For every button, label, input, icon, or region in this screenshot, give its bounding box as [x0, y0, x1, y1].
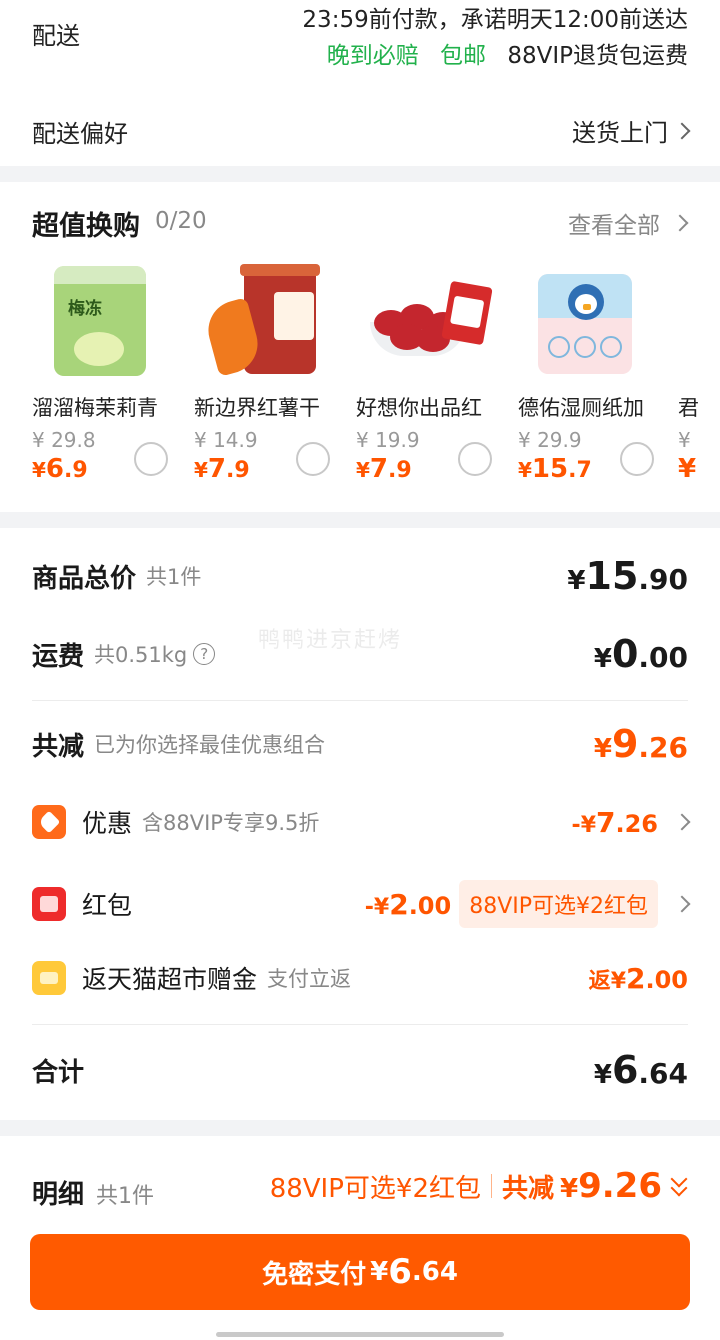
exchange-item[interactable]: 新边界红薯干 ¥ 14.9 ¥7.9	[194, 264, 330, 484]
view-all-label: 查看全部	[568, 213, 660, 239]
product-image-wet-wipes	[518, 266, 654, 378]
product-name: 新边界红薯干	[194, 396, 320, 420]
delivery-section: 配送 23:59前付款，承诺明天12:00前送达 晚到必赔 包邮 88VIP退货…	[0, 0, 720, 166]
original-price: ¥	[678, 428, 691, 452]
chevron-right-icon	[671, 214, 689, 232]
product-label: 梅冻	[68, 299, 102, 319]
promotion-label: 优惠	[82, 809, 133, 838]
gift-icon	[32, 961, 66, 995]
rebate-label: 返天猫超市赠金	[82, 965, 258, 994]
vip-red-packet-tag[interactable]: 88VIP可选¥2红包	[459, 880, 658, 928]
chevron-right-icon	[673, 813, 691, 831]
divider	[32, 1024, 688, 1025]
rebate-row: 返天猫超市赠金 支付立返 返¥2.00	[32, 960, 688, 996]
exchange-list: 梅冻 溜溜梅茉莉青 ¥ 29.8 ¥6.9 新边界红薯干 ¥ 14.9 ¥7.9	[32, 264, 654, 484]
radio-icon[interactable]	[458, 442, 492, 476]
rebate-value: 返¥2.00	[588, 961, 688, 995]
product-name: 溜溜梅茉莉青	[32, 396, 158, 420]
reduction-label: 共减	[502, 1173, 555, 1204]
exchange-section: 超值换购 0/20 查看全部 梅冻 溜溜梅茉莉青 ¥ 29.8 ¥6.9 新边界…	[0, 182, 720, 512]
coupon-tag-icon	[32, 805, 66, 839]
shipping-label: 运费	[32, 641, 85, 672]
exchange-price: ¥	[678, 454, 697, 484]
promotion-value: -¥7.26	[571, 805, 658, 839]
divider	[32, 700, 688, 701]
total-reduction-label: 共减	[32, 731, 85, 762]
delivery-promise: 23:59前付款，承诺明天12:00前送达	[302, 7, 688, 33]
product-image-plum: 梅冻	[32, 266, 168, 378]
total-reduction-note: 已为你选择最佳优惠组合	[94, 733, 326, 757]
radio-icon[interactable]	[134, 442, 168, 476]
grand-total-value: ¥6.64	[593, 1048, 688, 1092]
pay-amount-int: 6	[388, 1252, 412, 1292]
product-name: 君	[678, 396, 699, 420]
detail-count: 共1件	[96, 1184, 154, 1209]
exchange-item[interactable]: 梅冻 溜溜梅茉莉青 ¥ 29.8 ¥6.9	[32, 266, 168, 484]
free-shipping-tag: 包邮	[440, 43, 487, 69]
red-packet-label: 红包	[82, 891, 133, 920]
delivery-label: 配送	[32, 22, 80, 50]
vip-red-packet-hint: 88VIP可选¥2红包	[269, 1173, 481, 1204]
delivery-tags: 晚到必赔 包邮 88VIP退货包运费	[327, 36, 688, 70]
shipping-row: 运费 共0.51kg ? ¥0.00	[32, 632, 688, 676]
shipping-weight: 共0.51kg	[94, 643, 188, 667]
view-all-button[interactable]: 查看全部	[568, 206, 689, 240]
product-name: 德佑湿厕纸加	[518, 396, 644, 420]
rebate-note: 支付立返	[267, 967, 352, 991]
promotion-row[interactable]: 优惠 含88VIP专享9.5折 -¥7.26	[32, 804, 691, 840]
detail-label: 明细	[32, 1180, 85, 1210]
detail-toggle[interactable]: 88VIP可选¥2红包 共减 ¥9.26	[270, 1166, 690, 1206]
delivery-pref-button[interactable]: 送货上门	[572, 113, 691, 148]
exchange-title: 超值换购	[32, 211, 140, 242]
question-icon[interactable]: ?	[193, 643, 216, 665]
grand-total-label: 合计	[32, 1057, 85, 1088]
exchange-item[interactable]: 好想你出品红 ¥ 19.9 ¥7.9	[356, 266, 493, 484]
grand-total-row: 合计 ¥6.64	[32, 1048, 688, 1092]
exchange-count: 0/20	[155, 208, 207, 234]
pay-button[interactable]: 免密支付 ¥ 6 .64	[30, 1234, 690, 1310]
separator	[491, 1174, 492, 1198]
goods-total-value: ¥15.90	[567, 554, 688, 598]
reduction-amount: ¥9.26	[560, 1166, 662, 1206]
price-summary-section: 鸭鸭进京赶烤 商品总价 共1件 ¥15.90 运费 共0.51kg ? ¥0.0…	[0, 528, 720, 1120]
late-compensation-tag: 晚到必赔	[326, 43, 419, 69]
total-reduction-value: ¥9.26	[593, 722, 688, 766]
exchange-item[interactable]: 德佑湿厕纸加 ¥ 29.9 ¥15.7	[518, 266, 654, 484]
home-indicator	[216, 1332, 504, 1337]
delivery-pref-label: 配送偏好	[32, 120, 128, 148]
pay-amount-dec: .64	[411, 1257, 458, 1287]
vip-return-tag: 88VIP退货包运费	[507, 43, 688, 69]
product-name: 好想你出品红	[356, 396, 482, 420]
double-chevron-down-icon	[670, 1170, 690, 1199]
chevron-right-icon	[673, 122, 691, 139]
red-packet-row[interactable]: 红包 -¥2.00 88VIP可选¥2红包	[32, 880, 691, 928]
pay-label: 免密支付	[262, 1259, 367, 1290]
promotion-note: 含88VIP专享9.5折	[142, 811, 320, 835]
product-image-sweet-potato	[194, 264, 330, 378]
radio-icon[interactable]	[296, 442, 330, 476]
checkout-bar: 明细 共1件 88VIP可选¥2红包 共减 ¥9.26 免密支付 ¥ 6 .64	[0, 1136, 720, 1340]
delivery-pref-value: 送货上门	[572, 119, 668, 147]
radio-icon[interactable]	[620, 442, 654, 476]
goods-total-label: 商品总价	[32, 563, 137, 594]
goods-count: 共1件	[146, 565, 202, 589]
goods-total-row: 商品总价 共1件 ¥15.90	[32, 554, 688, 598]
red-packet-icon	[32, 887, 66, 921]
red-packet-value: -¥2.00	[364, 887, 452, 921]
shipping-value: ¥0.00	[593, 632, 688, 676]
total-reduction-row: 共减 已为你选择最佳优惠组合 ¥9.26	[32, 722, 688, 766]
exchange-item-partial[interactable]: 君 ¥ ¥	[678, 266, 720, 484]
chevron-right-icon	[673, 895, 691, 913]
pay-currency: ¥	[370, 1257, 389, 1287]
product-image-dates	[356, 266, 493, 378]
